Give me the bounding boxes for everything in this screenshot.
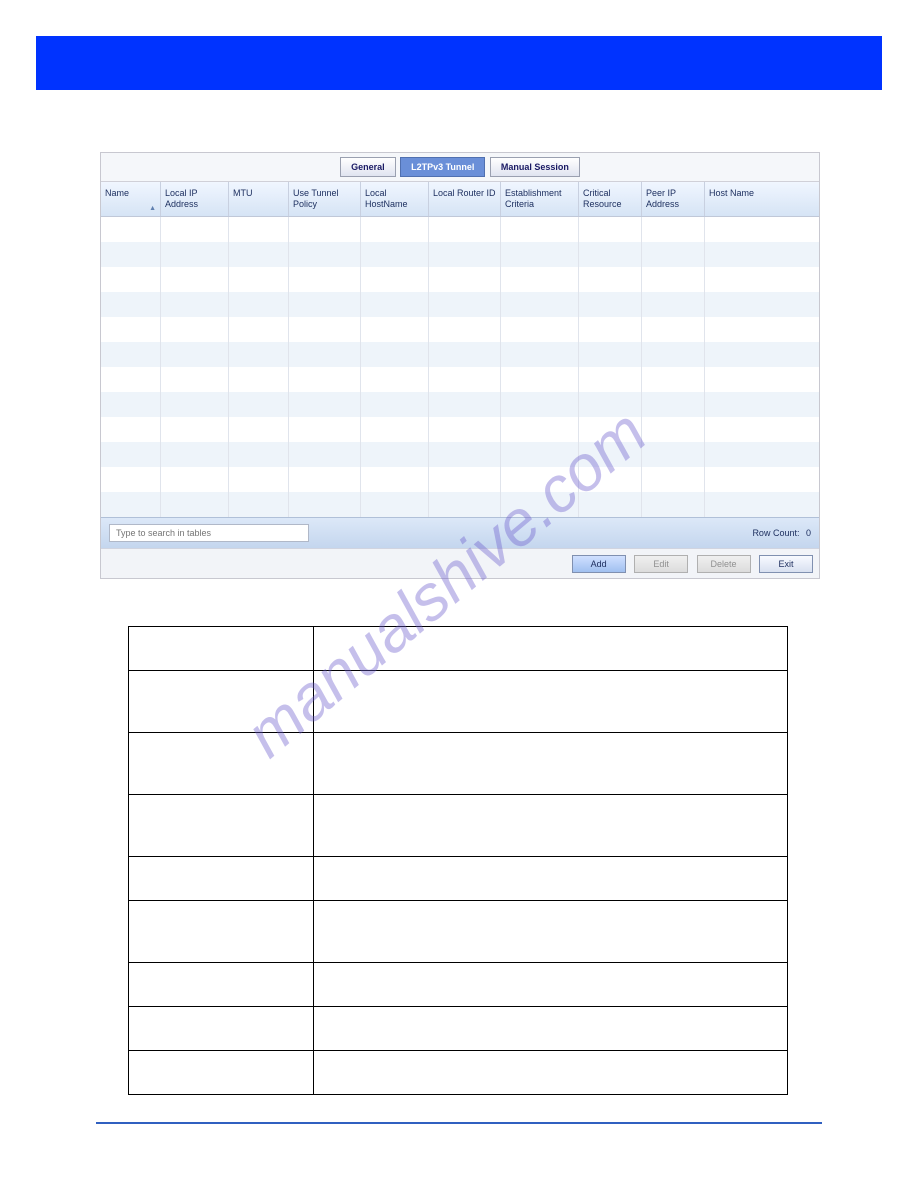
col-host-name[interactable]: Host Name xyxy=(705,182,819,216)
edit-button[interactable]: Edit xyxy=(634,555,688,573)
tab-row: General L2TPv3 Tunnel Manual Session xyxy=(101,153,819,182)
col-peer-ip-address[interactable]: Peer IP Address xyxy=(642,182,705,216)
table-row xyxy=(101,342,819,367)
search-input[interactable] xyxy=(109,524,309,542)
table-row xyxy=(101,292,819,317)
table-row xyxy=(101,217,819,242)
table-row xyxy=(129,1051,788,1095)
table-row xyxy=(129,795,788,857)
tab-manual-session[interactable]: Manual Session xyxy=(490,157,580,177)
tab-l2tpv3-tunnel[interactable]: L2TPv3 Tunnel xyxy=(400,157,485,177)
table-row xyxy=(101,492,819,517)
tab-general[interactable]: General xyxy=(340,157,396,177)
col-mtu[interactable]: MTU xyxy=(229,182,289,216)
table-row xyxy=(129,963,788,1007)
col-critical-resource[interactable]: Critical Resource xyxy=(579,182,642,216)
table-row xyxy=(101,392,819,417)
exit-button[interactable]: Exit xyxy=(759,555,813,573)
col-name[interactable]: Name ▲ xyxy=(101,182,161,216)
add-button[interactable]: Add xyxy=(572,555,626,573)
table-row xyxy=(129,901,788,963)
button-bar: Add Edit Delete Exit xyxy=(101,548,819,578)
table-row xyxy=(101,242,819,267)
table-row xyxy=(101,367,819,392)
col-local-router-id[interactable]: Local Router ID xyxy=(429,182,501,216)
col-use-tunnel-policy[interactable]: Use Tunnel Policy xyxy=(289,182,361,216)
row-count-value: 0 xyxy=(806,528,811,538)
table-row xyxy=(129,1007,788,1051)
table-row xyxy=(101,442,819,467)
table-row xyxy=(129,857,788,901)
table-row xyxy=(129,627,788,671)
table-row xyxy=(101,467,819,492)
table-footer: Row Count: 0 xyxy=(101,517,819,548)
footer-rule xyxy=(96,1122,822,1124)
row-count: Row Count: 0 xyxy=(752,528,811,538)
sort-asc-icon: ▲ xyxy=(149,205,156,213)
col-label: Name xyxy=(105,188,129,198)
tunnel-panel: General L2TPv3 Tunnel Manual Session Nam… xyxy=(100,152,820,579)
table-row xyxy=(101,317,819,342)
table-row xyxy=(101,417,819,442)
col-establishment-criteria[interactable]: Establishment Criteria xyxy=(501,182,579,216)
table-body xyxy=(101,217,819,517)
table-header: Name ▲ Local IP Address MTU Use Tunnel P… xyxy=(101,182,819,217)
table-row xyxy=(101,267,819,292)
row-count-label: Row Count: xyxy=(752,528,799,538)
description-table xyxy=(128,626,788,1095)
table-row xyxy=(129,671,788,733)
col-local-hostname[interactable]: Local HostName xyxy=(361,182,429,216)
table-row xyxy=(129,733,788,795)
col-local-ip-address[interactable]: Local IP Address xyxy=(161,182,229,216)
top-banner xyxy=(36,36,882,90)
delete-button[interactable]: Delete xyxy=(697,555,751,573)
